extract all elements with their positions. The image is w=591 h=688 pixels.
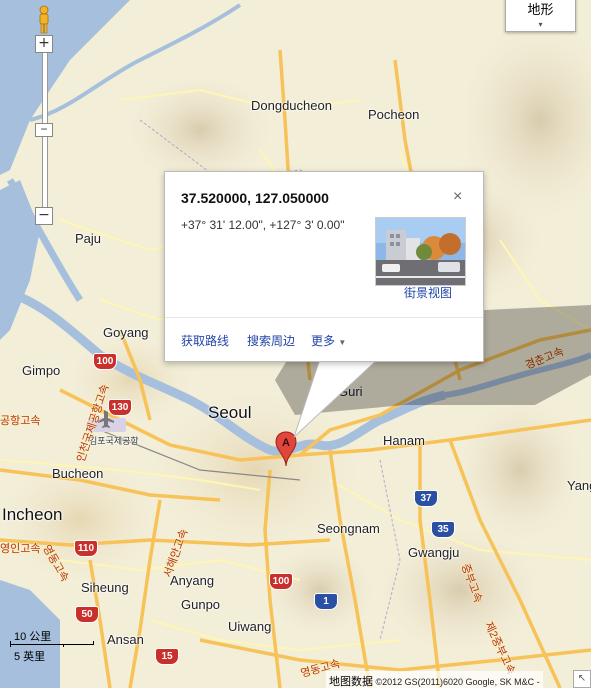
label-dongducheon: Dongducheon bbox=[251, 98, 332, 113]
chevron-down-icon: ▾ bbox=[538, 20, 543, 29]
attribution-text: ©2012 GS(2011)6020 Google, SK M&C - bbox=[375, 677, 540, 687]
label-siheung: Siheung bbox=[81, 580, 129, 595]
label-yang: Yang bbox=[567, 478, 591, 493]
zoom-slider-handle[interactable]: − bbox=[35, 123, 53, 137]
street-view-link[interactable]: 街景视图 bbox=[404, 284, 452, 301]
scale-imperial: 5 英里 bbox=[14, 651, 46, 663]
label-goyang: Goyang bbox=[103, 325, 149, 340]
info-divider bbox=[165, 317, 483, 318]
more-dropdown[interactable]: 更多 ▼ bbox=[311, 332, 346, 349]
road-label-yeongin: 영인고속 bbox=[0, 543, 41, 555]
street-view-photo bbox=[376, 218, 465, 285]
directions-link[interactable]: 获取路线 bbox=[181, 332, 229, 349]
route-shield-100-south: 100 bbox=[269, 573, 293, 590]
label-gimpo: Gimpo bbox=[22, 363, 61, 378]
zoom-control: + − − bbox=[35, 35, 53, 225]
more-label: 更多 bbox=[311, 334, 336, 348]
map-type-label: 地形 bbox=[527, 2, 554, 17]
label-gunpo: Gunpo bbox=[181, 597, 221, 612]
label-hanam: Hanam bbox=[383, 433, 425, 448]
route-shield-15: 15 bbox=[155, 648, 179, 665]
resize-corner-icon[interactable]: ↖ bbox=[573, 670, 591, 688]
attribution-label[interactable]: 地图数据 bbox=[329, 676, 373, 688]
info-window: 37.520000, 127.050000 +37° 31' 12.00", +… bbox=[164, 171, 484, 362]
info-dms-coordinates: +37° 31' 12.00", +127° 3' 0.00" bbox=[181, 218, 345, 232]
info-close-button[interactable]: × bbox=[453, 188, 462, 206]
road-label-airport: 공항고속 bbox=[0, 415, 41, 427]
map-canvas[interactable]: Dongducheon Pocheon Paju Goyang Gimpo Se… bbox=[0, 0, 591, 688]
route-shield-1: 1 bbox=[314, 593, 338, 610]
route-shield-37: 37 bbox=[414, 490, 438, 507]
info-coordinates: 37.520000, 127.050000 bbox=[181, 190, 329, 206]
route-shield-130: 130 bbox=[108, 399, 132, 416]
street-view-thumbnail[interactable] bbox=[375, 217, 466, 286]
info-window-tail bbox=[293, 359, 380, 438]
search-nearby-link[interactable]: 搜索周边 bbox=[247, 332, 295, 349]
label-incheon: Incheon bbox=[2, 505, 63, 524]
label-paju: Paju bbox=[75, 231, 102, 246]
route-shield-100: 100 bbox=[93, 353, 117, 370]
zoom-in-button[interactable]: + bbox=[35, 35, 53, 53]
zoom-out-button[interactable]: − bbox=[35, 207, 53, 225]
label-bucheon: Bucheon bbox=[52, 466, 104, 481]
route-shield-50: 50 bbox=[75, 606, 99, 623]
scale-imperial-bar bbox=[10, 644, 64, 647]
map-attribution: 地图数据 ©2012 GS(2011)6020 Google, SK M&C - bbox=[326, 671, 543, 688]
label-ansan: Ansan bbox=[107, 632, 144, 647]
marker-letter: A bbox=[282, 437, 290, 449]
label-pocheon: Pocheon bbox=[368, 107, 420, 122]
route-shield-35: 35 bbox=[431, 521, 455, 538]
label-gwangju: Gwangju bbox=[408, 545, 460, 560]
map-type-terrain-button[interactable]: 地形 ▾ bbox=[505, 0, 576, 32]
label-seongnam: Seongnam bbox=[317, 521, 380, 536]
chevron-down-icon: ▼ bbox=[338, 338, 347, 347]
label-uiwang: Uiwang bbox=[228, 619, 272, 634]
label-anyang: Anyang bbox=[170, 573, 215, 588]
pegman-icon[interactable] bbox=[33, 5, 55, 35]
route-shield-110: 110 bbox=[74, 540, 98, 557]
